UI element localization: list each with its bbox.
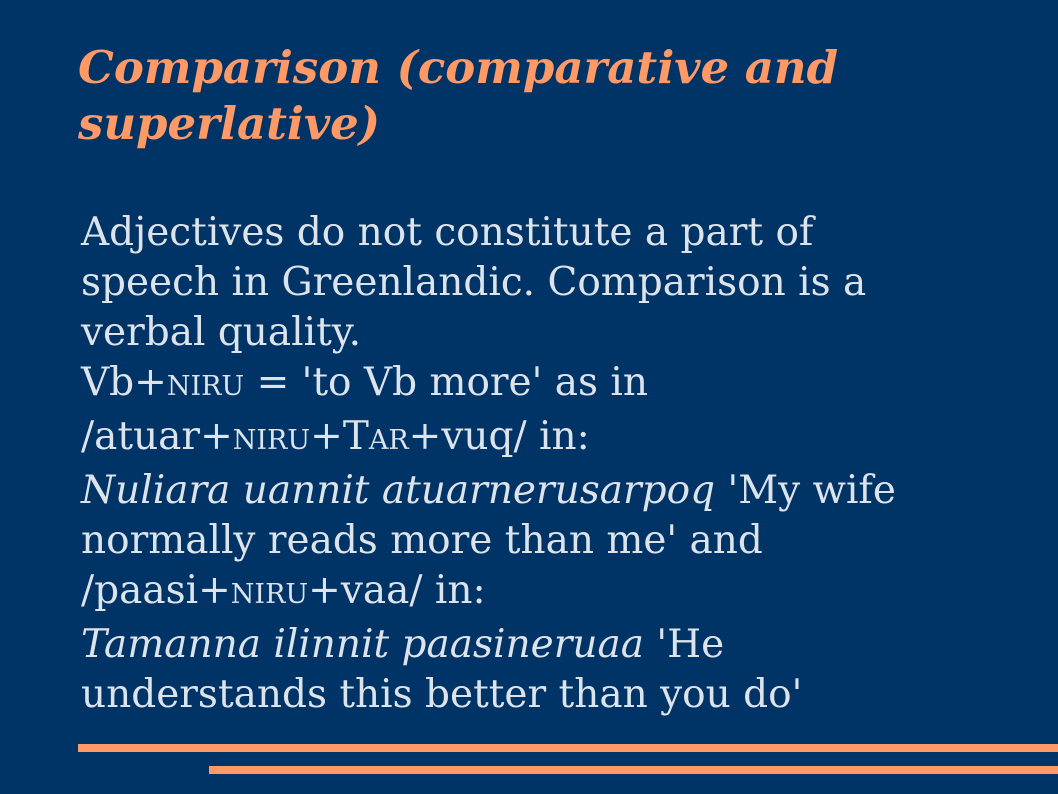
body-line-2: speech in Greenlandic. Comparison is a xyxy=(81,260,867,305)
morpheme-niru: NIRU xyxy=(232,425,311,456)
example-sentence-1: Nuliara uannit atuarnerusarpoq xyxy=(81,468,716,513)
text-gloss: = 'to Vb more' as in xyxy=(244,360,649,405)
text-vaa: +vaa/ in: xyxy=(308,568,486,613)
body-line-3: verbal quality. xyxy=(81,310,362,355)
text-vuq: +vuq/ in: xyxy=(408,414,590,459)
translation-2-start: 'He xyxy=(643,622,725,667)
body-line-4: Vb+NIRU = 'to Vb more' as in xyxy=(81,358,1041,412)
body-line-9: Tamanna ilinnit paasineruaa 'He xyxy=(81,620,1041,670)
body-line-8: /paasi+NIRU+vaa/ in: xyxy=(81,566,1041,620)
body-line-1: Adjectives do not constitute a part of xyxy=(81,210,814,255)
morpheme-niru: NIRU xyxy=(230,579,309,610)
body-line-5: /atuar+NIRU+TAR+vuq/ in: xyxy=(81,412,1041,466)
body-line-6: Nuliara uannit atuarnerusarpoq 'My wife xyxy=(81,466,1041,516)
example-sentence-2: Tamanna ilinnit paasineruaa xyxy=(81,622,644,667)
slide-body: Adjectives do not constitute a part of s… xyxy=(81,208,1041,720)
text-t: +T xyxy=(310,414,369,459)
body-line-10: understands this better than you do' xyxy=(81,672,803,717)
title-line-2: superlative) xyxy=(78,97,381,150)
text-atuar: /atuar+ xyxy=(81,414,233,459)
morpheme-niru: NIRU xyxy=(166,371,245,402)
translation-1-start: 'My wife xyxy=(715,468,896,513)
decorative-rule-bottom xyxy=(209,766,1058,774)
text-paasi: /paasi+ xyxy=(81,568,231,613)
body-line-7: normally reads more than me' and xyxy=(81,518,763,563)
slide-title: Comparison (comparative and superlative) xyxy=(78,40,1038,152)
text-vb: Vb+ xyxy=(81,360,167,405)
title-line-1: Comparison (comparative and xyxy=(78,41,839,94)
morpheme-ar: AR xyxy=(368,425,409,456)
decorative-rule-top xyxy=(78,744,1058,752)
